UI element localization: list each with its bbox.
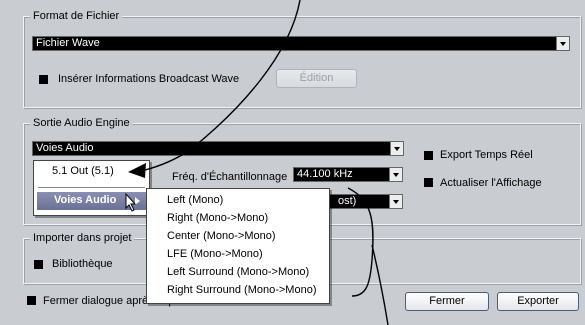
- callout-arrow-head: [128, 163, 146, 178]
- annotation-overlay: [125, 0, 389, 325]
- callout-line-bottom: [371, 244, 389, 325]
- mouse-cursor-icon: [125, 192, 137, 212]
- callout-line-top: [144, 0, 301, 171]
- callout-bracket-right: [347, 187, 374, 297]
- screenshot-stage: Format de Fichier Fichier Wave Insérer I…: [0, 0, 585, 325]
